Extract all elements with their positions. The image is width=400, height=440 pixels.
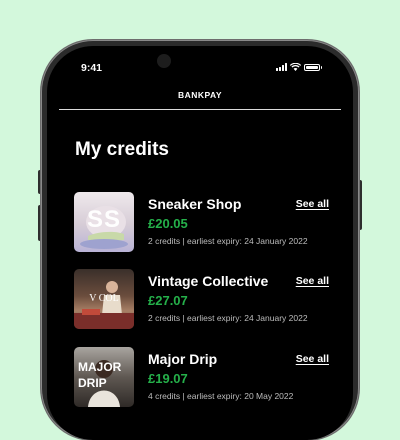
credit-amount: £27.07 [148,293,188,308]
credit-amount: £20.05 [148,216,188,231]
credit-amount: £19.07 [148,371,188,386]
store-thumbnail-text: MAJOR DRIP [78,360,122,390]
see-all-link[interactable]: See all [296,353,329,365]
store-name: Vintage Collective [148,273,269,289]
see-all-link[interactable]: See all [296,198,329,210]
battery-icon [303,63,320,71]
page-title: My credits [75,139,169,160]
phone-frame: 9:41 BANKPAY My credits SS Sneaker Shop … [41,40,359,440]
status-icons [275,63,322,71]
signal-icon [275,63,287,71]
store-thumbnail: SS [74,192,134,252]
phone-screen: 9:41 BANKPAY My credits SS Sneaker Shop … [47,46,353,440]
battery-tip [320,65,322,69]
wifi-icon [289,63,301,71]
store-thumbnail: MAJOR DRIP [74,347,134,407]
status-time: 9:41 [81,62,103,74]
store-name: Major Drip [148,351,218,367]
store-name: Sneaker Shop [148,196,242,212]
see-all-link[interactable]: See all [296,275,329,287]
store-thumbnail: V COL [74,269,134,329]
header-divider [59,109,341,110]
credit-item-major-drip[interactable]: MAJOR DRIP Major Drip See all £19.07 4 c… [74,347,329,407]
credit-item-vintage-collective[interactable]: V COL Vintage Collective See all £27.07 … [74,269,329,329]
brand-logo: BANKPAY [177,90,223,100]
store-thumbnail-text: V COL [89,293,119,304]
credit-meta: 2 credits | earliest expiry: 24 January … [148,236,308,246]
front-camera [157,54,171,68]
store-thumbnail-text: SS [86,206,121,233]
credit-item-sneaker-shop[interactable]: SS Sneaker Shop See all £20.05 2 credits… [74,192,329,252]
credit-meta: 2 credits | earliest expiry: 24 January … [148,313,308,323]
